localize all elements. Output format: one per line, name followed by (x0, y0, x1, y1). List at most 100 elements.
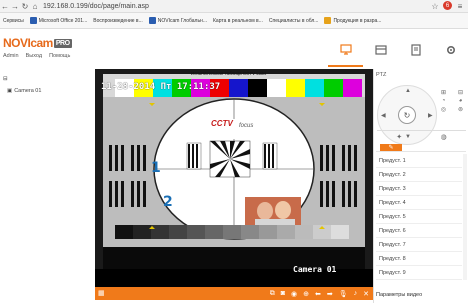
record-icon[interactable]: ◉ (291, 290, 297, 298)
user-link[interactable]: Admin (3, 53, 19, 59)
device-tree: ⊟ ▣ Camera 01 (3, 76, 41, 94)
devices-icon: ⊟ (3, 76, 8, 82)
focus-near-icon[interactable]: ◔ (436, 98, 451, 104)
ptz-title: PTZ (376, 72, 387, 78)
files-icon (410, 44, 421, 56)
video-params-section[interactable]: Параметры видео (376, 292, 422, 298)
logout-link[interactable]: Выход (26, 53, 42, 59)
office-icon (29, 17, 37, 24)
tab-playback[interactable] (363, 33, 398, 67)
main-tabs (328, 33, 468, 67)
tree-camera-item[interactable]: ▣ Camera 01 (7, 88, 41, 94)
arrow-left-icon[interactable]: ⬅ (315, 290, 321, 298)
fullscreen-icon[interactable]: ✕ (363, 290, 369, 298)
list-item[interactable]: Предуст. 6 (376, 224, 462, 238)
zoom-in-icon[interactable]: ⊕ (303, 290, 309, 298)
ptz-left-icon[interactable]: ◀ (381, 112, 386, 119)
preset-tabs: ✎ (376, 143, 466, 152)
list-item[interactable]: Предуст. 5 (376, 210, 462, 224)
list-item[interactable]: Предуст. 4 (376, 196, 462, 210)
app-header: NOVIcam PRO Admin Выход Помощь (0, 29, 468, 69)
preset-list: Предуст. 1 Предуст. 2 Предуст. 3 Предуст… (376, 154, 462, 280)
help-link[interactable]: Помощь (49, 53, 70, 59)
ptz-zoom-controls: ⊞ ⊟ ◔ ◕ ◎ ⊚ (436, 89, 468, 113)
bookmark-label: Продукция в разра... (333, 17, 382, 24)
tab-presets[interactable]: ✎ (380, 144, 402, 151)
reload-icon[interactable]: ↻ (20, 1, 30, 11)
ptz-auto-icon[interactable]: ↻ (398, 106, 416, 124)
osd-camera-name: Camera 01 (293, 265, 337, 274)
bookmark-label: Специалисты в обл... (268, 17, 319, 24)
home-icon[interactable]: ⌂ (30, 1, 40, 11)
novicam-icon (148, 17, 156, 24)
bookmark-label: Карта в реальном в... (213, 17, 263, 24)
bookmark-label: NOVIcam Глобальн... (157, 17, 207, 24)
tree-root[interactable]: ⊟ (3, 76, 41, 82)
ptz-right-icon[interactable]: ▶ (428, 112, 433, 119)
list-item[interactable]: Предуст. 7 (376, 238, 462, 252)
light-icon[interactable]: ✦ (396, 133, 402, 141)
video-player[interactable]: 1 2 Испытательная таблица CCTV Labs CCTV… (95, 69, 373, 300)
logo-pro-badge: PRO (53, 39, 72, 49)
camera-icon[interactable]: ◙ (281, 290, 285, 297)
bookmark-item[interactable]: Продукция в разра... (324, 17, 381, 24)
url-field[interactable]: 192.168.0.199/doc/page/main.asp (43, 3, 430, 10)
cctv-brand-text: CCTV (211, 119, 233, 128)
bookmark-label: Сервисы (3, 17, 24, 24)
list-item[interactable]: Предуст. 1 (376, 154, 462, 168)
bookmark-item[interactable]: NOVIcam Глобальн... (148, 17, 207, 24)
layout-grid-icon[interactable]: ▦ (98, 289, 105, 297)
divider (377, 130, 466, 131)
zoom-in-icon[interactable]: ⊞ (436, 89, 451, 96)
test-table-title: Испытательная таблица CCTV Labs (191, 71, 267, 76)
tab-settings[interactable] (433, 33, 468, 67)
tab-live-view[interactable] (328, 33, 363, 67)
header-links: Admin Выход Помощь (3, 53, 70, 59)
playback-icon (374, 45, 387, 55)
bookmark-item[interactable]: Microsoft Office 201... (29, 17, 88, 24)
monitor-icon (339, 44, 352, 55)
browser-toolbar: ← → ↻ ⌂ 192.168.0.199/doc/page/main.asp … (0, 0, 468, 13)
ptz-up-icon[interactable]: ▲ (405, 88, 411, 94)
bookmark-item[interactable]: Карта в реальном в... (213, 18, 263, 24)
tab-files[interactable] (398, 33, 433, 67)
forward-icon[interactable]: → (10, 1, 20, 11)
extension-icon[interactable]: 6 (443, 1, 452, 10)
zoom-out-icon[interactable]: ⊟ (453, 89, 468, 96)
list-item[interactable]: Предуст. 8 (376, 252, 462, 266)
gear-icon (446, 45, 455, 55)
preset-scrollbar[interactable] (463, 154, 467, 280)
list-item[interactable]: Предуст. 2 (376, 168, 462, 182)
iris-close-icon[interactable]: ⊚ (453, 106, 468, 113)
star-icon[interactable]: ☆ (430, 1, 440, 11)
video-control-bar: ▦ ⧉ ◙ ◉ ⊕ ⬅ ➡ 🎙 ♪ ✕ (95, 287, 373, 300)
back-icon[interactable]: ← (0, 1, 10, 11)
test-pattern-image: 1 2 (95, 69, 373, 287)
camera-icon: ▣ (7, 88, 13, 94)
arrow-right-icon[interactable]: ➡ (327, 290, 333, 298)
bookmark-item[interactable]: Специалисты в обл... (269, 18, 319, 24)
logo-text: NOVIcam (3, 36, 53, 50)
bookmarks-bar: Сервисы Microsoft Office 201... Воспроиз… (0, 13, 468, 29)
menu-icon[interactable]: ≡ (455, 1, 465, 11)
wiper-icon[interactable]: ◍ (441, 133, 447, 141)
list-item[interactable]: Предуст. 9 (376, 266, 462, 280)
snapshot-icon[interactable]: ⧉ (270, 290, 275, 298)
list-item[interactable]: Предуст. 3 (376, 182, 462, 196)
ptz-panel: PTZ ▲ ▼ ◀ ▶ ↻ ⊞ ⊟ ◔ ◕ ◎ ⊚ ✦ ◍ ✎ Предуст.… (373, 69, 468, 303)
osd-datetime: 11-28-2014 Пт 17:11:37 (101, 82, 221, 92)
microphone-icon[interactable]: 🎙 (339, 290, 348, 298)
product-icon (324, 17, 332, 24)
svg-text:2: 2 (163, 194, 173, 210)
bookmark-item[interactable]: Сервисы (3, 18, 24, 24)
camera-label: Camera 01 (14, 88, 42, 94)
bookmark-item[interactable]: Воспроизведение в... (93, 18, 143, 24)
ptz-extra-row: ✦ ◍ (377, 133, 466, 141)
cctv-brand-sub: focus (239, 123, 254, 129)
svg-text:1: 1 (151, 160, 161, 176)
focus-far-icon[interactable]: ◕ (453, 98, 468, 104)
volume-icon[interactable]: ♪ (354, 290, 358, 297)
bookmark-label: Microsoft Office 201... (38, 17, 88, 24)
iris-open-icon[interactable]: ◎ (436, 106, 451, 113)
bookmark-label: Воспроизведение в... (93, 17, 143, 24)
